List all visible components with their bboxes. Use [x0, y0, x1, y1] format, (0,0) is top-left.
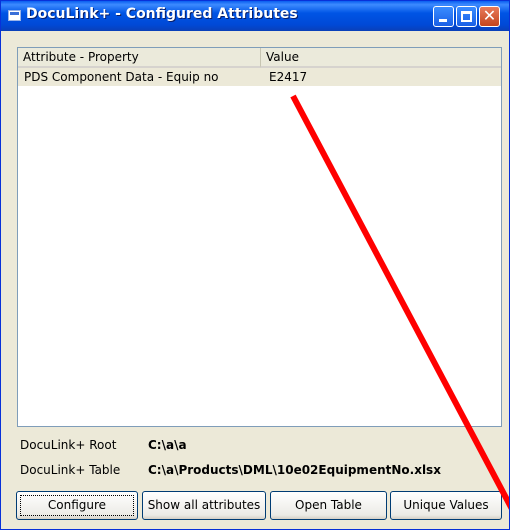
- maximize-button[interactable]: [456, 6, 477, 27]
- root-value: C:\a\a: [148, 438, 187, 452]
- root-label: DocuLink+ Root: [20, 438, 117, 452]
- value-cell: E2417: [269, 70, 308, 84]
- close-icon: ✕: [482, 6, 497, 25]
- minimize-button[interactable]: [433, 6, 454, 27]
- table-label: DocuLink+ Table: [20, 463, 121, 477]
- window-title: DocuLink+ - Configured Attributes: [26, 6, 298, 22]
- list-header: Attribute - Property Value: [18, 48, 501, 68]
- minimize-icon: [439, 19, 447, 22]
- table-path-value: C:\a\Products\DML\10e02EquipmentNo.xlsx: [148, 463, 441, 477]
- open-table-button[interactable]: Open Table: [270, 491, 387, 520]
- attribute-cell: PDS Component Data - Equip no: [24, 70, 219, 84]
- configure-button[interactable]: Configure: [16, 491, 138, 520]
- column-header-attribute[interactable]: Attribute - Property: [18, 48, 261, 68]
- app-icon[interactable]: [8, 10, 21, 21]
- attributes-list-view[interactable]: Attribute - Property Value PDS Component…: [17, 47, 502, 427]
- focus-rect: [20, 495, 134, 516]
- unique-values-button[interactable]: Unique Values: [390, 491, 502, 520]
- title-bar[interactable]: DocuLink+ - Configured Attributes ✕: [1, 1, 509, 31]
- configured-attributes-window: DocuLink+ - Configured Attributes ✕ Attr…: [0, 0, 510, 530]
- table-row[interactable]: PDS Component Data - Equip no E2417: [18, 68, 501, 86]
- maximize-icon: [461, 11, 472, 22]
- show-all-attributes-button[interactable]: Show all attributes: [142, 491, 266, 520]
- column-header-value[interactable]: Value: [261, 48, 501, 68]
- close-button[interactable]: ✕: [479, 6, 500, 27]
